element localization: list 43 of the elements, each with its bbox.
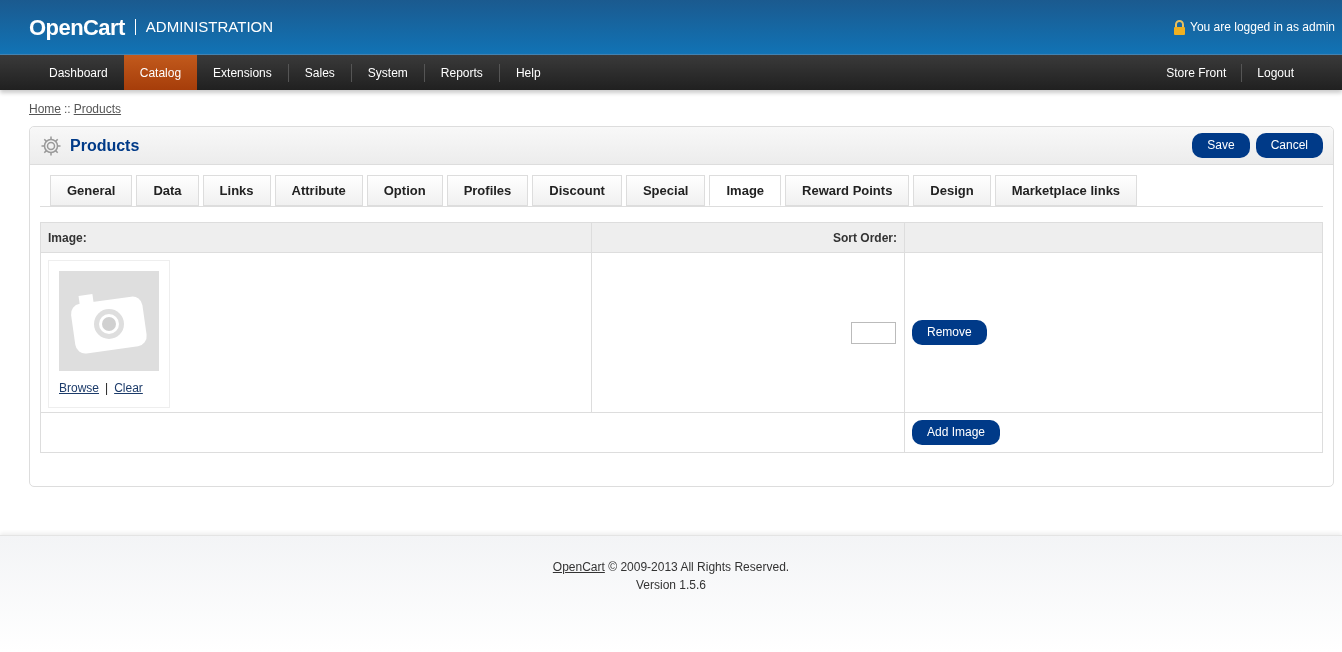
- tab[interactable]: Design: [913, 175, 991, 206]
- nav-item[interactable]: Dashboard: [33, 55, 124, 90]
- tab[interactable]: Marketplace links: [994, 175, 1138, 206]
- version-text: Version 1.5.6: [635, 577, 707, 594]
- gear-icon: [40, 134, 62, 157]
- add-image-button[interactable]: Add Image: [912, 420, 1001, 445]
- tab[interactable]: Special: [625, 175, 706, 206]
- breadcrumb-link[interactable]: Home: [29, 100, 61, 118]
- tab[interactable]: General: [50, 175, 133, 206]
- nav-item[interactable]: System: [351, 55, 424, 90]
- browse-link[interactable]: Browse: [59, 379, 99, 397]
- nav-item[interactable]: Logout: [1242, 55, 1309, 90]
- tab[interactable]: Links: [202, 175, 271, 206]
- tab[interactable]: Option: [366, 175, 443, 206]
- opencart-link[interactable]: OpenCart: [552, 560, 605, 574]
- nav-item[interactable]: Sales: [288, 55, 351, 90]
- breadcrumb-link[interactable]: Products: [73, 100, 122, 118]
- copyright-text: OpenCart © 2009-2013 All Rights Reserved.: [552, 559, 790, 576]
- nav-item[interactable]: Help: [499, 55, 557, 90]
- cancel-button[interactable]: Cancel: [1255, 133, 1323, 158]
- tab[interactable]: Reward Points: [785, 175, 910, 206]
- tab[interactable]: Discount: [532, 175, 622, 206]
- link-separator: |: [105, 380, 109, 397]
- save-button[interactable]: Save: [1192, 133, 1250, 158]
- breadcrumb-separator: ::: [64, 101, 71, 118]
- nav-item[interactable]: Reports: [424, 55, 499, 90]
- logo-text: OpenCart: [29, 13, 125, 42]
- sort-order-input[interactable]: [851, 321, 896, 344]
- tab[interactable]: Data: [136, 175, 199, 206]
- column-header: Image:: [41, 223, 592, 252]
- nav-item[interactable]: Catalog: [123, 55, 198, 90]
- panel-title: Products: [70, 135, 140, 156]
- nav-item[interactable]: Extensions: [197, 55, 288, 90]
- login-status: You are logged in as admin: [1190, 19, 1335, 36]
- tab[interactable]: Attribute: [274, 175, 363, 206]
- header-subtitle: ADMINISTRATION: [145, 16, 274, 37]
- remove-button[interactable]: Remove: [912, 320, 987, 345]
- tab[interactable]: Image: [709, 175, 782, 206]
- tab[interactable]: Profiles: [446, 175, 529, 206]
- lock-icon: [1173, 19, 1186, 35]
- column-header: Sort Order:: [592, 223, 905, 252]
- clear-link[interactable]: Clear: [114, 379, 143, 397]
- nav-item[interactable]: Store Front: [1151, 55, 1242, 90]
